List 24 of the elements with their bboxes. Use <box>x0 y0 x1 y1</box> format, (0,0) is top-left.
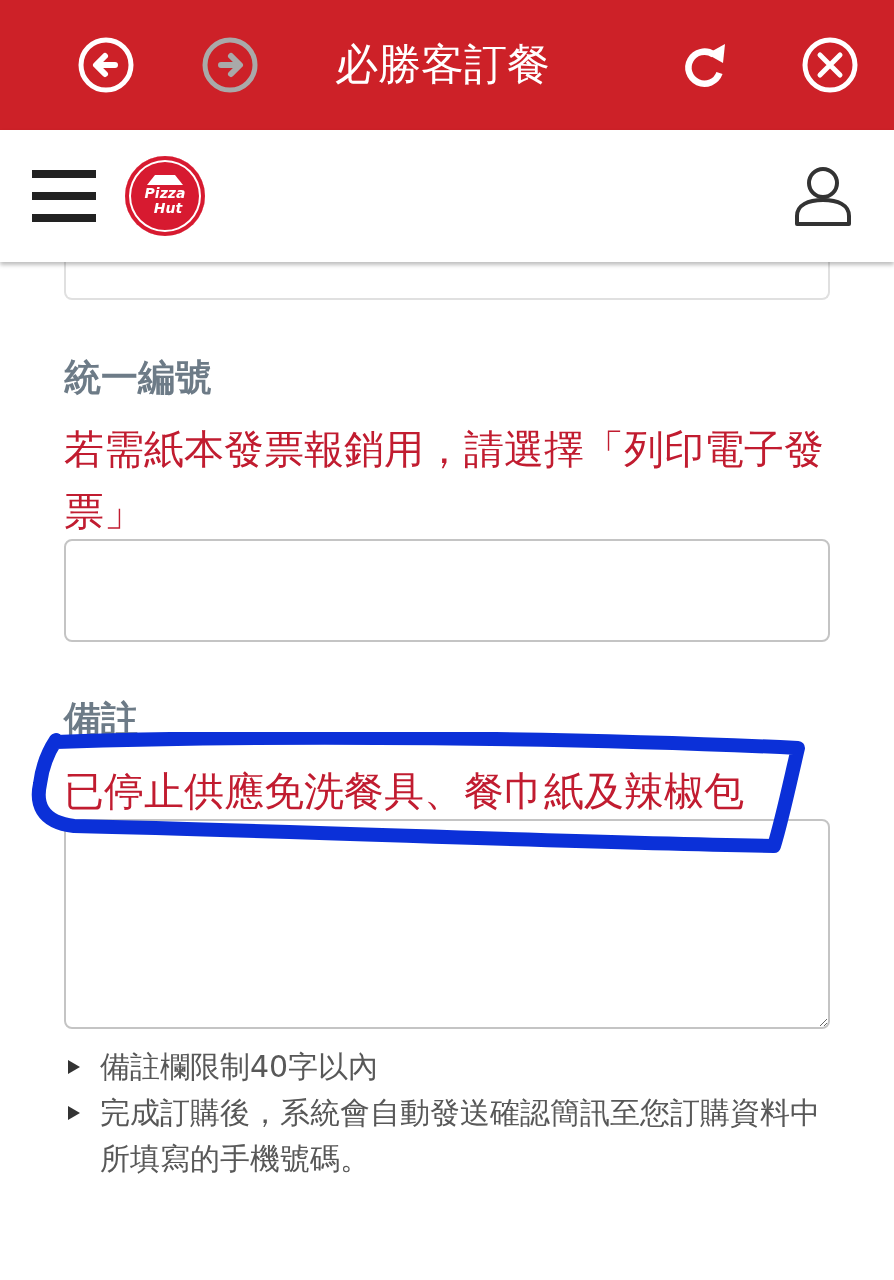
note-text: 完成訂購後，系統會自動發送確認簡訊至您訂購資料中所填寫的手機號碼。 <box>100 1094 821 1178</box>
bullet-icon <box>68 1060 80 1074</box>
roof-icon <box>145 172 185 185</box>
user-icon <box>794 166 852 226</box>
page-title: 必勝客訂餐 <box>335 39 550 91</box>
note-text: 備註欄限制40字以內 <box>100 1048 380 1086</box>
bullet-icon <box>68 1106 80 1120</box>
account-button[interactable] <box>794 166 852 226</box>
arrow-right-icon <box>202 37 258 93</box>
arrow-left-icon <box>78 37 134 93</box>
close-button[interactable] <box>802 37 858 93</box>
field-hint: 若需紙本發票報銷用，請選擇「列印電子發票」 <box>64 425 825 536</box>
close-icon <box>802 37 858 93</box>
input-field[interactable] <box>64 539 830 642</box>
logo-badge[interactable]: Pizza Hut <box>125 156 205 236</box>
field-hint: 已停止供應免洗餐具、餐巾紙及辣椒包 <box>64 767 745 816</box>
textarea-field[interactable] <box>64 819 830 1029</box>
logo-text: Pizza <box>144 185 186 201</box>
field-label: 統一編號 <box>64 355 212 401</box>
back-button[interactable] <box>78 37 134 93</box>
menu-button[interactable] <box>32 170 96 222</box>
menu-icon <box>32 170 96 222</box>
logo-text: Hut <box>153 200 183 216</box>
input-field[interactable] <box>64 262 830 300</box>
